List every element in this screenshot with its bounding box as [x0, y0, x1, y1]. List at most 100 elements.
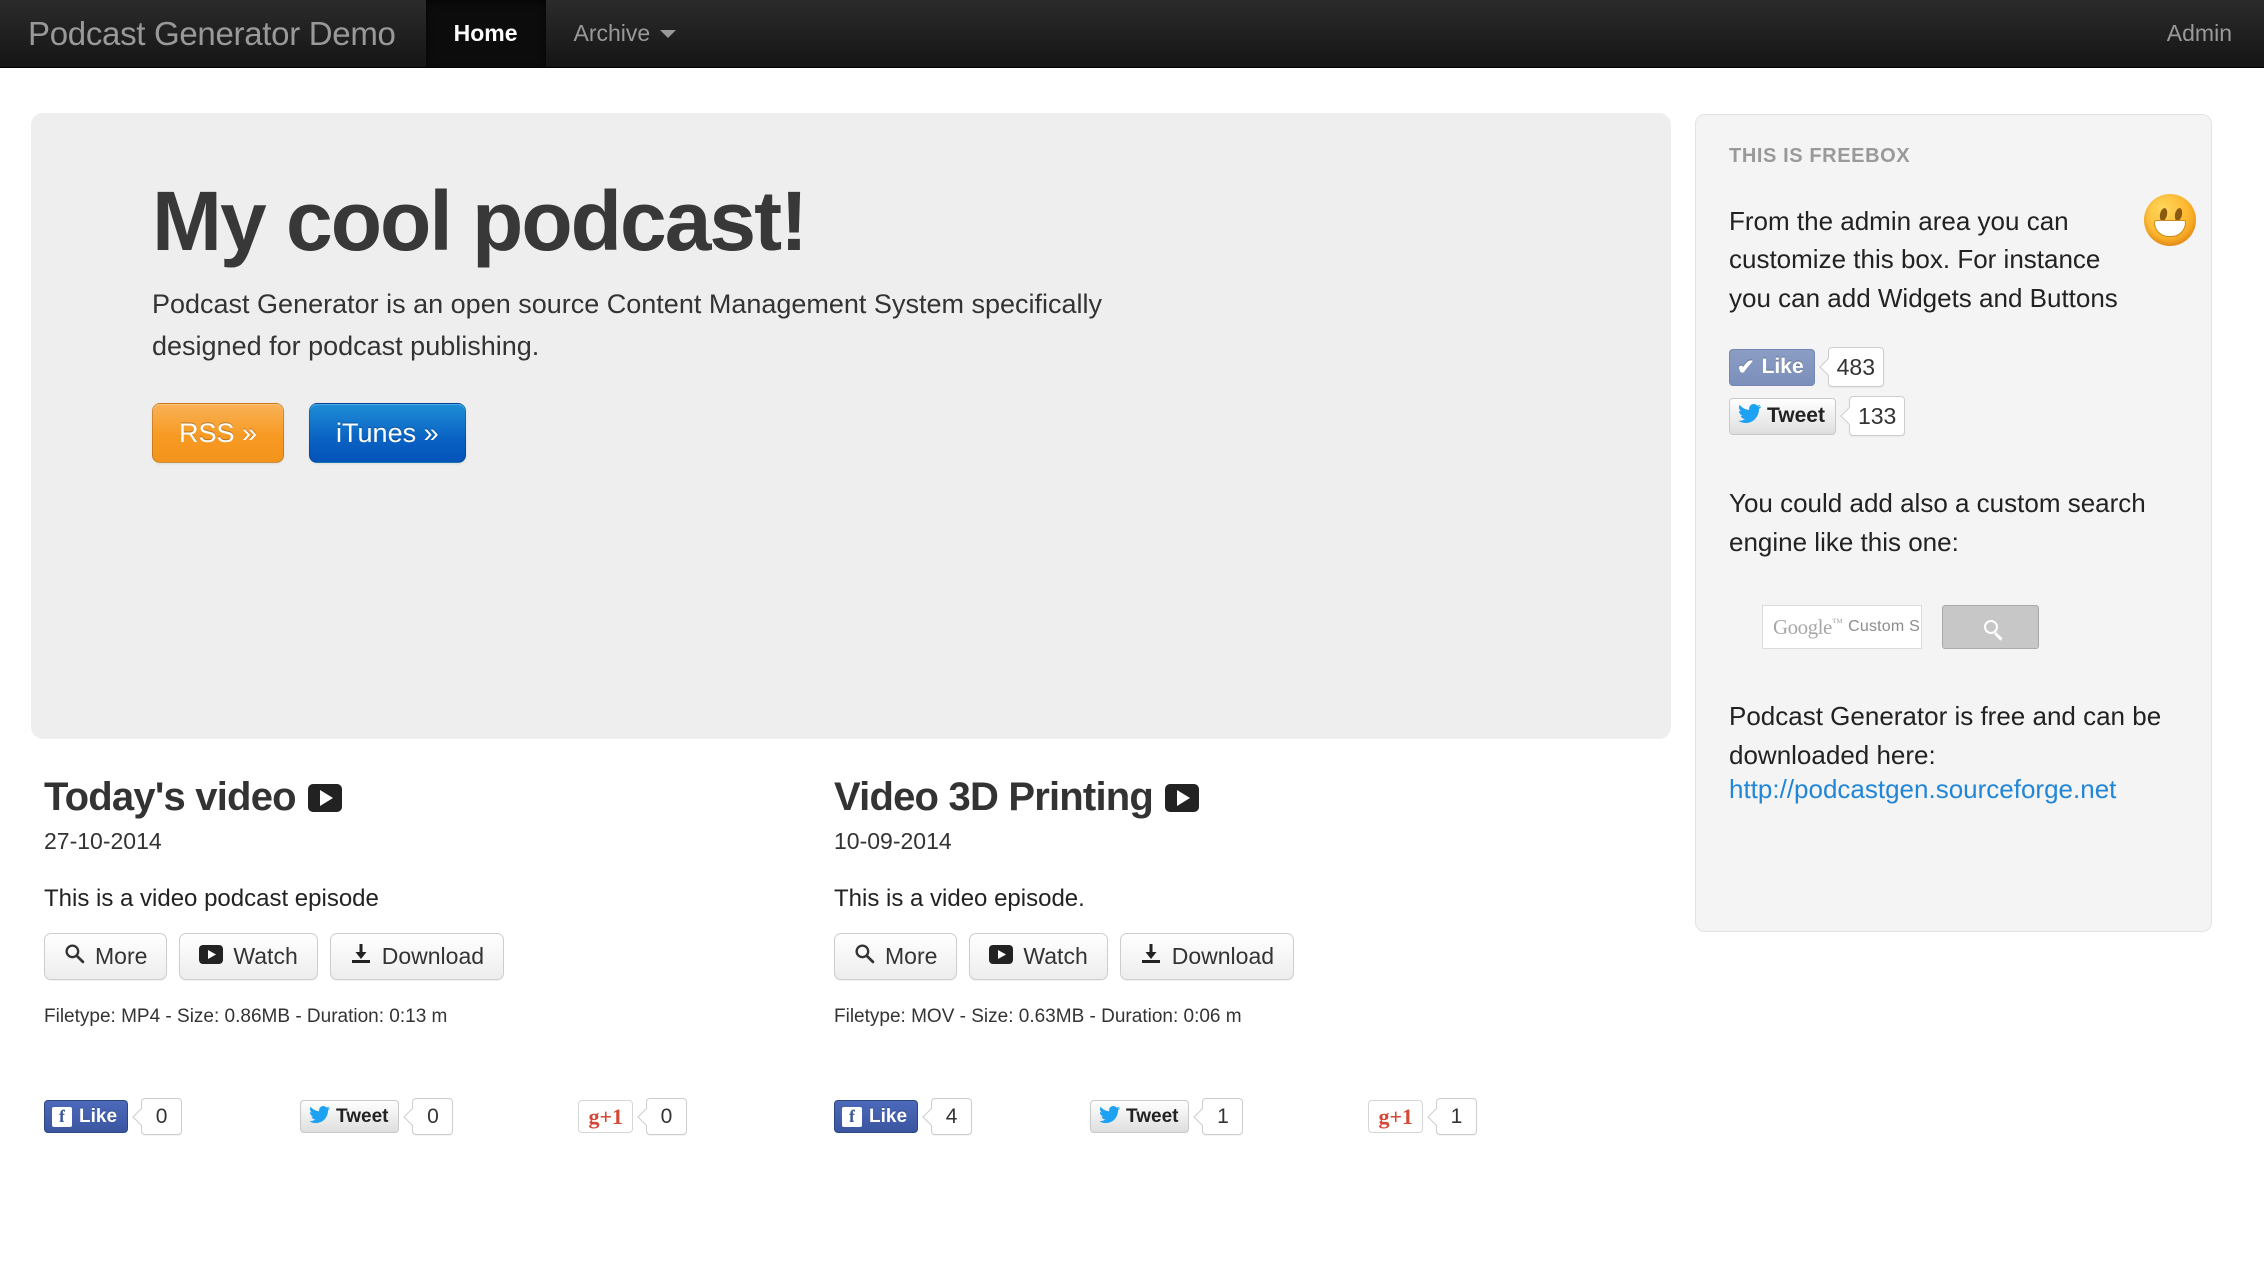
hero-buttons: RSS » iTunes » — [152, 403, 1671, 464]
episode-title-text: Video 3D Printing — [834, 775, 1154, 819]
google-plus-icon: g — [1378, 1103, 1390, 1129]
nav-item-archive[interactable]: Archive — [546, 0, 705, 67]
episode-card: Video 3D Printing 10-09-2014 This is a v… — [834, 775, 1624, 1135]
tweet-count: 1 — [1202, 1098, 1244, 1135]
google-plus-one-button[interactable]: g +1 — [578, 1100, 634, 1133]
search-icon — [854, 943, 875, 970]
episode-actions: More Watch Download — [44, 933, 834, 980]
site-brand[interactable]: Podcast Generator Demo — [0, 0, 426, 67]
download-button-label: Download — [1171, 943, 1275, 969]
facebook-share-group: f Like 0 — [44, 1098, 183, 1135]
gplus-share-group: g +1 1 — [1368, 1098, 1478, 1135]
twitter-icon — [1737, 404, 1762, 428]
rss-button[interactable]: RSS » — [152, 403, 285, 464]
facebook-like-label: Like — [79, 1105, 118, 1127]
episode-title-text: Today's video — [44, 775, 297, 819]
google-logo: Google™ — [1773, 614, 1843, 639]
nav-item-archive-label: Archive — [573, 20, 651, 46]
gplus-count: 1 — [1436, 1098, 1478, 1135]
facebook-icon: f — [52, 1106, 72, 1127]
main-column: My cool podcast! Podcast Generator is an… — [0, 68, 1695, 1135]
facebook-icon: f — [842, 1106, 862, 1127]
download-icon — [350, 943, 372, 970]
freebox-panel: THIS IS FREEBOX From the admin area you … — [1695, 114, 2212, 932]
google-plus-icon: g — [588, 1103, 600, 1129]
more-button-label: More — [95, 943, 148, 969]
episode-social-row: f Like 4 Tweet 1 g +1 1 — [834, 1098, 1624, 1135]
hero-description: Podcast Generator is an open source Cont… — [152, 289, 1102, 361]
custom-search-widget: Google™ Custom S — [1762, 605, 2178, 650]
facebook-like-button[interactable]: ✔ Like — [1729, 348, 1815, 386]
facebook-like-button[interactable]: f Like — [834, 1100, 919, 1133]
watch-button[interactable]: Watch — [179, 933, 318, 980]
gplus-count: 0 — [646, 1098, 688, 1135]
play-icon — [989, 943, 1014, 970]
gplus-label: +1 — [1389, 1103, 1414, 1129]
tweet-count: 0 — [412, 1098, 454, 1135]
freebox-search-text: You could add also a custom search engin… — [1729, 488, 2146, 557]
episode-actions: More Watch Download — [834, 933, 1624, 980]
nav-item-admin-label: Admin — [2166, 20, 2232, 46]
download-button[interactable]: Download — [1119, 933, 1295, 980]
episode-list: Today's video 27-10-2014 This is a video… — [31, 775, 1671, 1135]
facebook-like-button[interactable]: f Like — [44, 1100, 129, 1133]
top-navbar: Podcast Generator Demo Home Archive Admi… — [0, 0, 2264, 68]
twitter-icon — [1098, 1105, 1121, 1128]
more-button[interactable]: More — [44, 933, 168, 980]
facebook-like-count: 0 — [141, 1098, 183, 1135]
page-body: My cool podcast! Podcast Generator is an… — [0, 68, 2264, 1135]
page-title: My cool podcast! — [152, 174, 808, 268]
watch-button[interactable]: Watch — [969, 933, 1108, 980]
tweet-button-label: Tweet — [1767, 404, 1825, 428]
freebox-intro-text: From the admin area you can customize th… — [1729, 194, 2196, 317]
google-custom-search-label: Custom S — [1848, 618, 1920, 636]
facebook-like-label: Like — [1761, 355, 1804, 379]
nav-item-admin[interactable]: Admin — [2135, 0, 2264, 67]
itunes-button[interactable]: iTunes » — [309, 403, 466, 464]
facebook-like-count: 483 — [1827, 347, 1885, 388]
episode-card: Today's video 27-10-2014 This is a video… — [44, 775, 834, 1135]
download-link[interactable]: http://podcastgen.sourceforge.net — [1729, 774, 2116, 804]
episode-meta: Filetype: MOV - Size: 0.63MB - Duration:… — [834, 1006, 1242, 1027]
nav-item-home[interactable]: Home — [425, 0, 546, 67]
facebook-like-count: 4 — [931, 1098, 973, 1135]
episode-date: 27-10-2014 — [44, 828, 162, 854]
search-input[interactable]: Google™ Custom S — [1762, 605, 1922, 650]
search-submit-button[interactable] — [1942, 605, 2039, 650]
episode-description: This is a video podcast episode — [44, 885, 379, 912]
google-plus-one-button[interactable]: g +1 — [1368, 1100, 1424, 1133]
episode-date: 10-09-2014 — [834, 828, 952, 854]
tweet-button[interactable]: Tweet — [1090, 1100, 1190, 1133]
twitter-share-group: Tweet 1 — [1090, 1098, 1244, 1135]
search-icon — [64, 943, 85, 970]
sidebar-twitter-row: Tweet 133 — [1729, 396, 2178, 437]
twitter-share-group: Tweet 0 — [300, 1098, 454, 1135]
tweet-button[interactable]: Tweet — [1729, 397, 1836, 435]
facebook-like-label: Like — [869, 1105, 908, 1127]
grinning-face-icon — [2144, 194, 2196, 246]
nav-items: Home Archive — [425, 0, 705, 67]
more-button-label: More — [885, 943, 938, 969]
video-play-icon — [1165, 783, 1200, 812]
video-play-icon — [307, 783, 342, 812]
twitter-icon — [308, 1105, 331, 1128]
freebox-intro-text-value: From the admin area you can customize th… — [1729, 206, 2118, 313]
sidebar-column: THIS IS FREEBOX From the admin area you … — [1695, 68, 2264, 1135]
freebox-title: THIS IS FREEBOX — [1729, 145, 1911, 167]
download-button[interactable]: Download — [329, 933, 505, 980]
nav-item-home-label: Home — [453, 20, 518, 46]
tweet-count: 133 — [1848, 396, 1906, 437]
episode-social-row: f Like 0 Tweet 0 g +1 0 — [44, 1098, 834, 1135]
sidebar-facebook-row: ✔ Like 483 — [1729, 347, 2178, 388]
search-icon — [1983, 620, 1998, 635]
check-icon: ✔ — [1737, 355, 1755, 379]
episode-meta: Filetype: MP4 - Size: 0.86MB - Duration:… — [44, 1006, 448, 1027]
more-button[interactable]: More — [834, 933, 958, 980]
tweet-button-label: Tweet — [336, 1105, 389, 1127]
freebox-social-buttons: ✔ Like 483 Tweet 133 — [1729, 347, 2178, 437]
episode-description: This is a video episode. — [834, 885, 1085, 912]
gplus-share-group: g +1 0 — [578, 1098, 688, 1135]
tweet-button-label: Tweet — [1126, 1105, 1179, 1127]
facebook-share-group: f Like 4 — [834, 1098, 973, 1135]
tweet-button[interactable]: Tweet — [300, 1100, 400, 1133]
